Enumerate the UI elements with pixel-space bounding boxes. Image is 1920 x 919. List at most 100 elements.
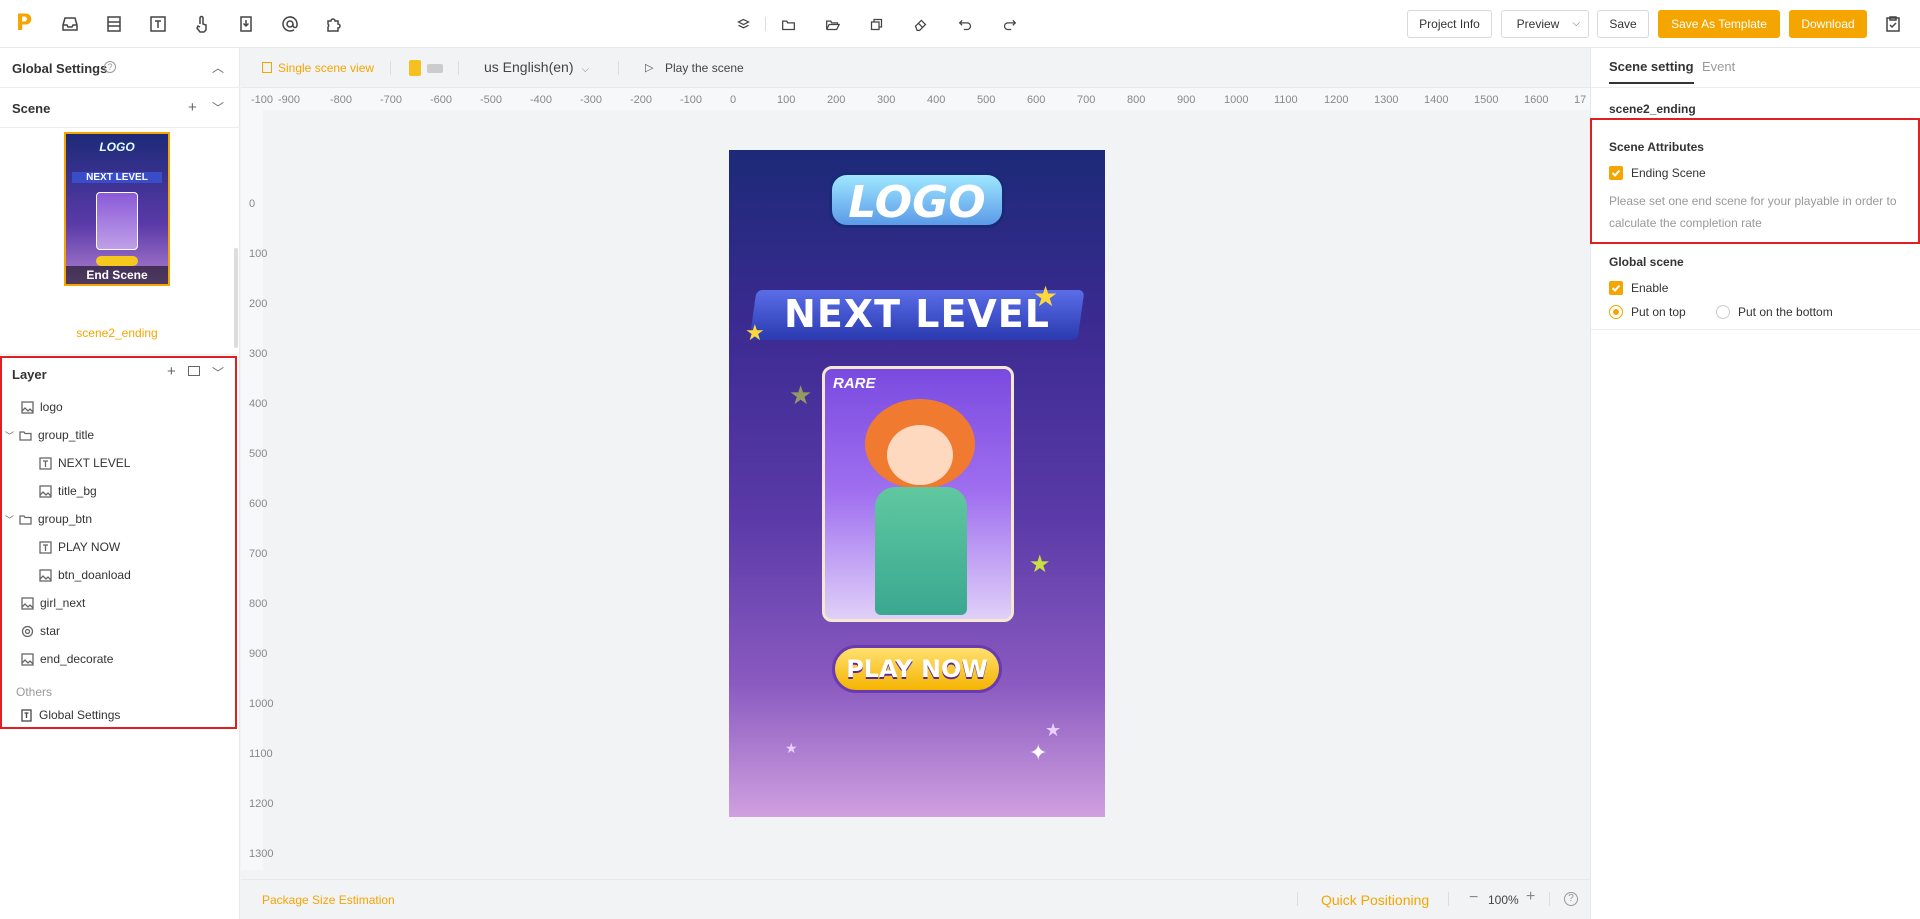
scene-logo[interactable]: LOGO: [829, 172, 1005, 228]
layer-name: end_decorate: [40, 652, 114, 666]
sparkle-icon: ✦: [1029, 740, 1048, 765]
particle-icon: [21, 625, 34, 637]
radio-unselected-icon: [1716, 305, 1730, 319]
collapse-icon[interactable]: ︿: [212, 59, 224, 76]
inbox-icon[interactable]: [60, 14, 80, 34]
scene-title-text[interactable]: NEXT LEVEL: [753, 292, 1081, 336]
layer-item[interactable]: btn_doanload: [0, 563, 230, 587]
layer-name: group_btn: [38, 512, 93, 526]
put-on-top-radio[interactable]: Put on top: [1609, 305, 1686, 319]
redo-icon[interactable]: [999, 14, 1019, 34]
others-label: Others: [16, 685, 53, 699]
layer-item[interactable]: girl_next: [0, 591, 230, 615]
quick-positioning-button[interactable]: Quick Positioning: [1321, 892, 1429, 908]
zoom-in-icon[interactable]: +: [1526, 888, 1535, 906]
ruler-tick: 1400: [1424, 94, 1449, 106]
folder-icon: [19, 430, 32, 441]
scene-name-label[interactable]: scene2_ending: [0, 326, 234, 340]
ruler-tick: 1100: [249, 748, 273, 760]
ending-scene-label: Ending Scene: [1631, 166, 1706, 180]
divider: [1549, 892, 1550, 906]
play-scene-button[interactable]: Play the scene: [665, 61, 744, 75]
layers-icon[interactable]: [733, 14, 753, 34]
scene-preview[interactable]: LOGO NEXT LEVEL ★ ★ RARE ★ ★ PLAY NOW ✦ …: [729, 150, 1105, 817]
help-icon[interactable]: ?: [104, 61, 116, 73]
package-size-link[interactable]: Package Size Estimation: [262, 893, 395, 907]
canvas-area: Single scene view us English(en) ⌵ ▷ Play…: [241, 48, 1590, 919]
language-select[interactable]: us English(en) ⌵: [484, 59, 589, 75]
preview-dropdown[interactable]: Preview ⌵: [1501, 10, 1589, 38]
play-now-text[interactable]: PLAY NOW: [832, 655, 1002, 683]
ending-scene-checkbox[interactable]: Ending Scene: [1609, 166, 1706, 180]
layout-icon[interactable]: [104, 14, 124, 34]
layer-item[interactable]: ﹀ group_btn: [0, 507, 230, 531]
copy-icon[interactable]: [866, 14, 886, 34]
layer-item[interactable]: NEXT LEVEL: [0, 451, 230, 475]
put-on-bottom-radio[interactable]: Put on the bottom: [1716, 305, 1833, 319]
eraser-icon[interactable]: [910, 14, 930, 34]
ruler-tick: 500: [977, 94, 996, 106]
help-icon[interactable]: ?: [1564, 892, 1578, 906]
left-panel: Global Settings ? ︿ Scene + ﹀ LOGO NEXT …: [0, 48, 240, 919]
add-scene-icon[interactable]: +: [188, 99, 197, 116]
ruler-tick: 900: [1177, 94, 1196, 106]
language-label: us English(en): [484, 59, 574, 75]
layer-name: girl_next: [40, 596, 86, 610]
ruler-tick: 800: [1127, 94, 1146, 106]
others-global-settings[interactable]: Global Settings: [0, 703, 230, 727]
ending-scene-hint: Please set one end scene for your playab…: [1609, 194, 1897, 230]
single-view-icon[interactable]: [262, 62, 272, 73]
color-swatch-gray[interactable]: [427, 64, 443, 73]
open-folder-icon[interactable]: [822, 14, 842, 34]
enable-checkbox[interactable]: Enable: [1609, 281, 1668, 295]
layer-item[interactable]: title_bg: [0, 479, 230, 503]
tab-event[interactable]: Event: [1702, 59, 1735, 74]
undo-icon[interactable]: [955, 14, 975, 34]
touch-icon[interactable]: [192, 14, 212, 34]
save-as-template-button[interactable]: Save As Template: [1658, 10, 1780, 38]
text-tool-icon[interactable]: [148, 14, 168, 34]
layer-name: star: [40, 624, 61, 638]
chevron-down-icon[interactable]: ﹀: [212, 99, 224, 116]
vertical-ruler: 0 100 200 300 400 500 600 700 800 900 10…: [241, 110, 273, 910]
ruler-tick: 900: [249, 648, 268, 660]
thumb-title: NEXT LEVEL: [72, 172, 162, 183]
scene-attributes-title: Scene Attributes: [1609, 140, 1704, 154]
layer-item[interactable]: ﹀ group_title: [0, 423, 230, 447]
single-view-toggle[interactable]: Single scene view: [278, 61, 374, 75]
scene-scrollbar[interactable]: [234, 248, 238, 348]
ruler-tick: 0: [730, 94, 737, 106]
scene-thumbnail[interactable]: LOGO NEXT LEVEL End Scene: [64, 132, 170, 286]
checklist-icon[interactable]: [1883, 14, 1903, 34]
plugin-icon[interactable]: [324, 14, 344, 34]
global-settings-header[interactable]: Global Settings ? ︿: [0, 48, 240, 88]
character-card[interactable]: RARE: [822, 366, 1014, 622]
layer-item[interactable]: star: [0, 619, 230, 643]
star-icon: ★: [1029, 551, 1051, 578]
color-swatch-orange[interactable]: [409, 60, 421, 76]
ruler-tick: -100: [680, 94, 703, 106]
ruler-tick: -400: [530, 94, 553, 106]
ruler-tick: 17: [1574, 94, 1587, 106]
sparkle-icon: ★: [785, 740, 798, 756]
ruler-tick: -100: [251, 94, 274, 106]
chevron-down-icon[interactable]: ﹀: [5, 513, 19, 526]
zoom-out-icon[interactable]: −: [1469, 889, 1478, 907]
ruler-tick: -500: [480, 94, 503, 106]
play-icon[interactable]: ▷: [645, 61, 653, 74]
layer-item[interactable]: PLAY NOW: [0, 535, 230, 559]
download-button[interactable]: Download: [1789, 10, 1867, 38]
folder-icon[interactable]: [778, 14, 798, 34]
ruler-tick: 500: [249, 448, 268, 460]
horizontal-ruler: -100 -900 -800 -700 -600 -500 -400 -300 …: [241, 88, 1590, 110]
put-on-bottom-label: Put on the bottom: [1738, 305, 1833, 319]
download-tool-icon[interactable]: [236, 14, 256, 34]
at-icon[interactable]: [280, 14, 300, 34]
tab-scene-setting[interactable]: Scene setting: [1609, 59, 1694, 84]
layer-item[interactable]: end_decorate: [0, 647, 230, 671]
project-info-button[interactable]: Project Info: [1407, 10, 1492, 38]
layer-name: NEXT LEVEL: [58, 456, 131, 470]
chevron-down-icon[interactable]: ﹀: [5, 429, 19, 442]
save-button[interactable]: Save: [1597, 10, 1649, 38]
layer-item[interactable]: logo: [0, 395, 230, 419]
